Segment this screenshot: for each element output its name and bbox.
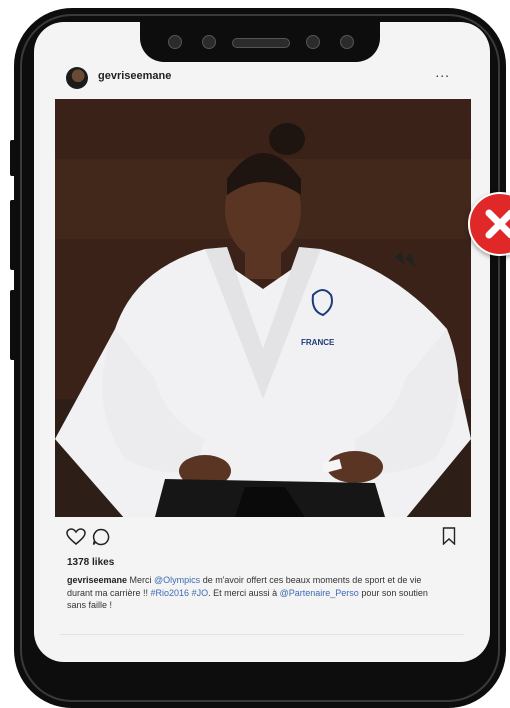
phone-notch	[140, 22, 380, 62]
caption-author[interactable]: gevriseemane	[67, 575, 127, 585]
caption-text: . Et merci aussi à	[208, 587, 280, 598]
hashtag-link[interactable]: #Rio2016	[151, 588, 190, 598]
bookmark-icon[interactable]	[442, 527, 456, 550]
judoka-photo-icon: FRANCE	[55, 99, 471, 517]
speaker-grille	[232, 38, 290, 48]
phone-screen: gevriseemane ... FRANCE 1378 likes gevri…	[34, 22, 490, 662]
sensor-icon	[202, 35, 216, 49]
post-actions	[34, 522, 490, 552]
post-photo[interactable]: FRANCE	[55, 99, 471, 517]
heart-icon[interactable]	[66, 528, 86, 551]
camera-icon	[340, 35, 354, 49]
camera-icon	[168, 35, 182, 49]
close-icon	[485, 209, 510, 239]
mention-link[interactable]: @Partenaire_Perso	[280, 588, 359, 598]
caption-text: Merci	[127, 575, 155, 585]
likes-count: 1378 likes	[67, 557, 115, 568]
jacket-france-label: FRANCE	[301, 338, 335, 347]
more-options-button[interactable]: ...	[435, 64, 450, 80]
sensor-icon	[306, 35, 320, 49]
post-caption: gevriseemane Merci @Olympics de m'avoir …	[67, 574, 437, 612]
comment-icon[interactable]	[92, 528, 110, 551]
hashtag-link[interactable]: #JO	[192, 588, 209, 598]
post-username[interactable]: gevriseemane	[98, 70, 171, 82]
divider	[60, 634, 464, 635]
avatar[interactable]	[66, 67, 88, 89]
mention-link[interactable]: @Olympics	[154, 575, 200, 585]
